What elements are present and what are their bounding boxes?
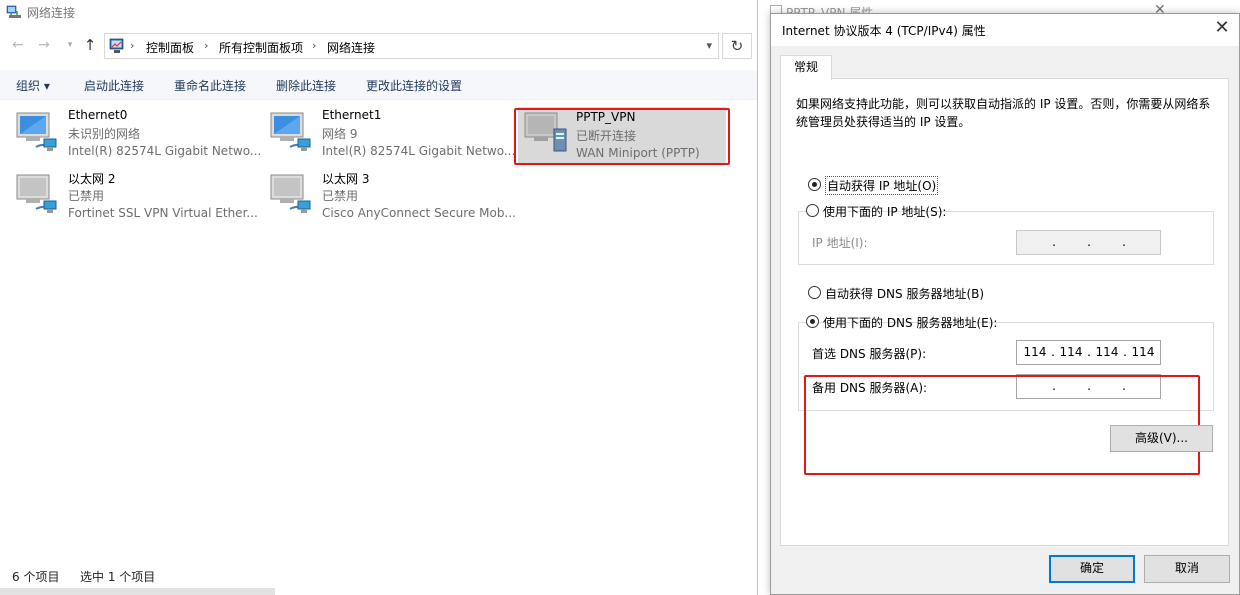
start-connection-button[interactable]: 启动此连接 — [84, 77, 144, 94]
manual-ip-radio[interactable]: 使用下面的 IP 地址(S): — [806, 203, 946, 220]
address-bar[interactable]: › 控制面板 › 所有控制面板项 › 网络连接 ▾ — [104, 33, 719, 59]
connection-status: 网络 9 — [322, 127, 358, 141]
network-connections-window: 网络连接 ← → ▾ ↑ › 控制面板 › 所有控制面板项 › 网络连接 ▾ ↻… — [0, 0, 757, 595]
ethernet-adapter-icon — [16, 112, 57, 151]
auto-dns-label: 自动获得 DNS 服务器地址(B) — [825, 287, 985, 301]
breadcrumb-separator-icon[interactable]: › — [204, 39, 208, 52]
dialog-titlebar: Internet 协议版本 4 (TCP/IPv4) 属性 ✕ — [771, 14, 1239, 46]
delete-connection-button[interactable]: 删除此连接 — [276, 77, 336, 94]
command-bar: 组织 ▾ 启动此连接 重命名此连接 删除此连接 更改此连接的设置 — [0, 70, 757, 100]
connection-name: 以太网 2 — [68, 172, 116, 186]
connection-adapter: Intel(R) 82574L Gigabit Netwo... — [68, 144, 262, 158]
connection-status: 已禁用 — [322, 189, 359, 203]
ip-address-label: IP 地址(I): — [812, 236, 868, 250]
preferred-dns-octet-3[interactable]: 114 — [1092, 345, 1122, 359]
general-tab-panel: 如果网络支持此功能，则可以获取自动指派的 IP 设置。否则，你需要从网络系统管理… — [780, 78, 1229, 546]
connection-status: 已禁用 — [68, 189, 105, 203]
selection-count: 选中 1 个项目 — [80, 570, 156, 584]
radio-unselected-icon — [806, 204, 819, 217]
close-icon[interactable]: ✕ — [1209, 18, 1235, 40]
ipv4-properties-dialog: Internet 协议版本 4 (TCP/IPv4) 属性 ✕ 常规 如果网络支… — [770, 13, 1240, 595]
network-connections-icon — [6, 5, 21, 18]
connection-item-ethernet0[interactable]: Ethernet0 未识别的网络 Intel(R) 82574L Gigabit… — [14, 107, 262, 167]
connection-name: Ethernet0 — [68, 108, 128, 122]
preferred-dns-label: 首选 DNS 服务器(P): — [812, 347, 927, 361]
preferred-dns-octet-1[interactable]: 114 — [1020, 345, 1050, 359]
ethernet-adapter-icon — [270, 112, 311, 151]
horizontal-scrollbar[interactable] — [0, 588, 275, 595]
address-history-chevron-icon[interactable]: ▾ — [706, 39, 712, 52]
breadcrumb-network-connections[interactable]: 网络连接 — [327, 39, 375, 56]
connection-item-ethernet-3[interactable]: 以太网 3 已禁用 Cisco AnyConnect Secure Mob... — [268, 169, 516, 229]
auto-ip-label: 自动获得 IP 地址(O) — [825, 176, 939, 195]
connection-adapter: Cisco AnyConnect Secure Mob... — [322, 206, 516, 220]
tab-general[interactable]: 常规 — [780, 55, 832, 80]
breadcrumb-separator-icon[interactable]: › — [312, 39, 316, 52]
connection-adapter: Intel(R) 82574L Gigabit Netwo... — [322, 144, 516, 158]
ethernet-adapter-icon — [270, 174, 311, 213]
advanced-button[interactable]: 高级(V)... — [1110, 425, 1213, 452]
window-title: 网络连接 — [27, 6, 76, 20]
dialog-title: Internet 协议版本 4 (TCP/IPv4) 属性 — [782, 24, 986, 38]
connection-name: Ethernet1 — [322, 108, 382, 122]
ethernet-adapter-icon — [16, 174, 57, 213]
preferred-dns-field[interactable]: 114 . 114 . 114 . 114 — [1016, 340, 1161, 365]
change-settings-button[interactable]: 更改此连接的设置 — [366, 77, 462, 94]
preferred-dns-octet-2[interactable]: 114 — [1056, 345, 1086, 359]
up-arrow-icon[interactable]: ↑ — [82, 37, 98, 53]
radio-selected-icon — [808, 178, 821, 191]
connection-adapter: Fortinet SSL VPN Virtual Ether... — [68, 206, 258, 220]
ip-address-field: . . . — [1016, 230, 1161, 255]
organize-menu[interactable]: 组织 ▾ — [16, 77, 50, 94]
connection-item-ethernet1[interactable]: Ethernet1 网络 9 Intel(R) 82574L Gigabit N… — [268, 107, 516, 167]
connections-list: Ethernet0 未识别的网络 Intel(R) 82574L Gigabit… — [0, 101, 757, 561]
radio-selected-icon — [806, 315, 819, 328]
dialog-description: 如果网络支持此功能，则可以获取自动指派的 IP 设置。否则，你需要从网络系统管理… — [796, 97, 1211, 129]
navigation-bar: ← → ▾ ↑ › 控制面板 › 所有控制面板项 › 网络连接 ▾ ↻ — [0, 32, 757, 60]
preferred-dns-octet-4[interactable]: 114 — [1128, 345, 1158, 359]
manual-ip-label: 使用下面的 IP 地址(S): — [823, 205, 947, 219]
connection-status: 未识别的网络 — [68, 127, 141, 141]
connection-item-ethernet-2[interactable]: 以太网 2 已禁用 Fortinet SSL VPN Virtual Ether… — [14, 169, 259, 229]
manual-dns-radio[interactable]: 使用下面的 DNS 服务器地址(E): — [806, 314, 997, 331]
radio-unselected-icon — [808, 286, 821, 299]
cancel-button[interactable]: 取消 — [1144, 555, 1230, 583]
control-panel-icon — [109, 38, 124, 53]
item-count: 6 个项目 — [12, 570, 60, 584]
back-arrow-icon[interactable]: ← — [10, 37, 26, 53]
manual-dns-label: 使用下面的 DNS 服务器地址(E): — [823, 316, 998, 330]
refresh-icon[interactable]: ↻ — [722, 33, 752, 59]
breadcrumb-all-items[interactable]: 所有控制面板项 — [219, 39, 303, 56]
explorer-titlebar: 网络连接 — [0, 0, 757, 24]
recent-locations-chevron-icon[interactable]: ▾ — [62, 37, 78, 53]
pptp-highlight-box — [514, 108, 730, 165]
breadcrumb-control-panel[interactable]: 控制面板 — [146, 39, 194, 56]
status-bar: 6 个项目 选中 1 个项目 — [0, 562, 757, 588]
rename-connection-button[interactable]: 重命名此连接 — [174, 77, 246, 94]
breadcrumb-separator-icon[interactable]: › — [130, 39, 134, 52]
connection-name: 以太网 3 — [322, 172, 370, 186]
forward-arrow-icon[interactable]: → — [36, 37, 52, 53]
ok-button[interactable]: 确定 — [1049, 555, 1135, 583]
